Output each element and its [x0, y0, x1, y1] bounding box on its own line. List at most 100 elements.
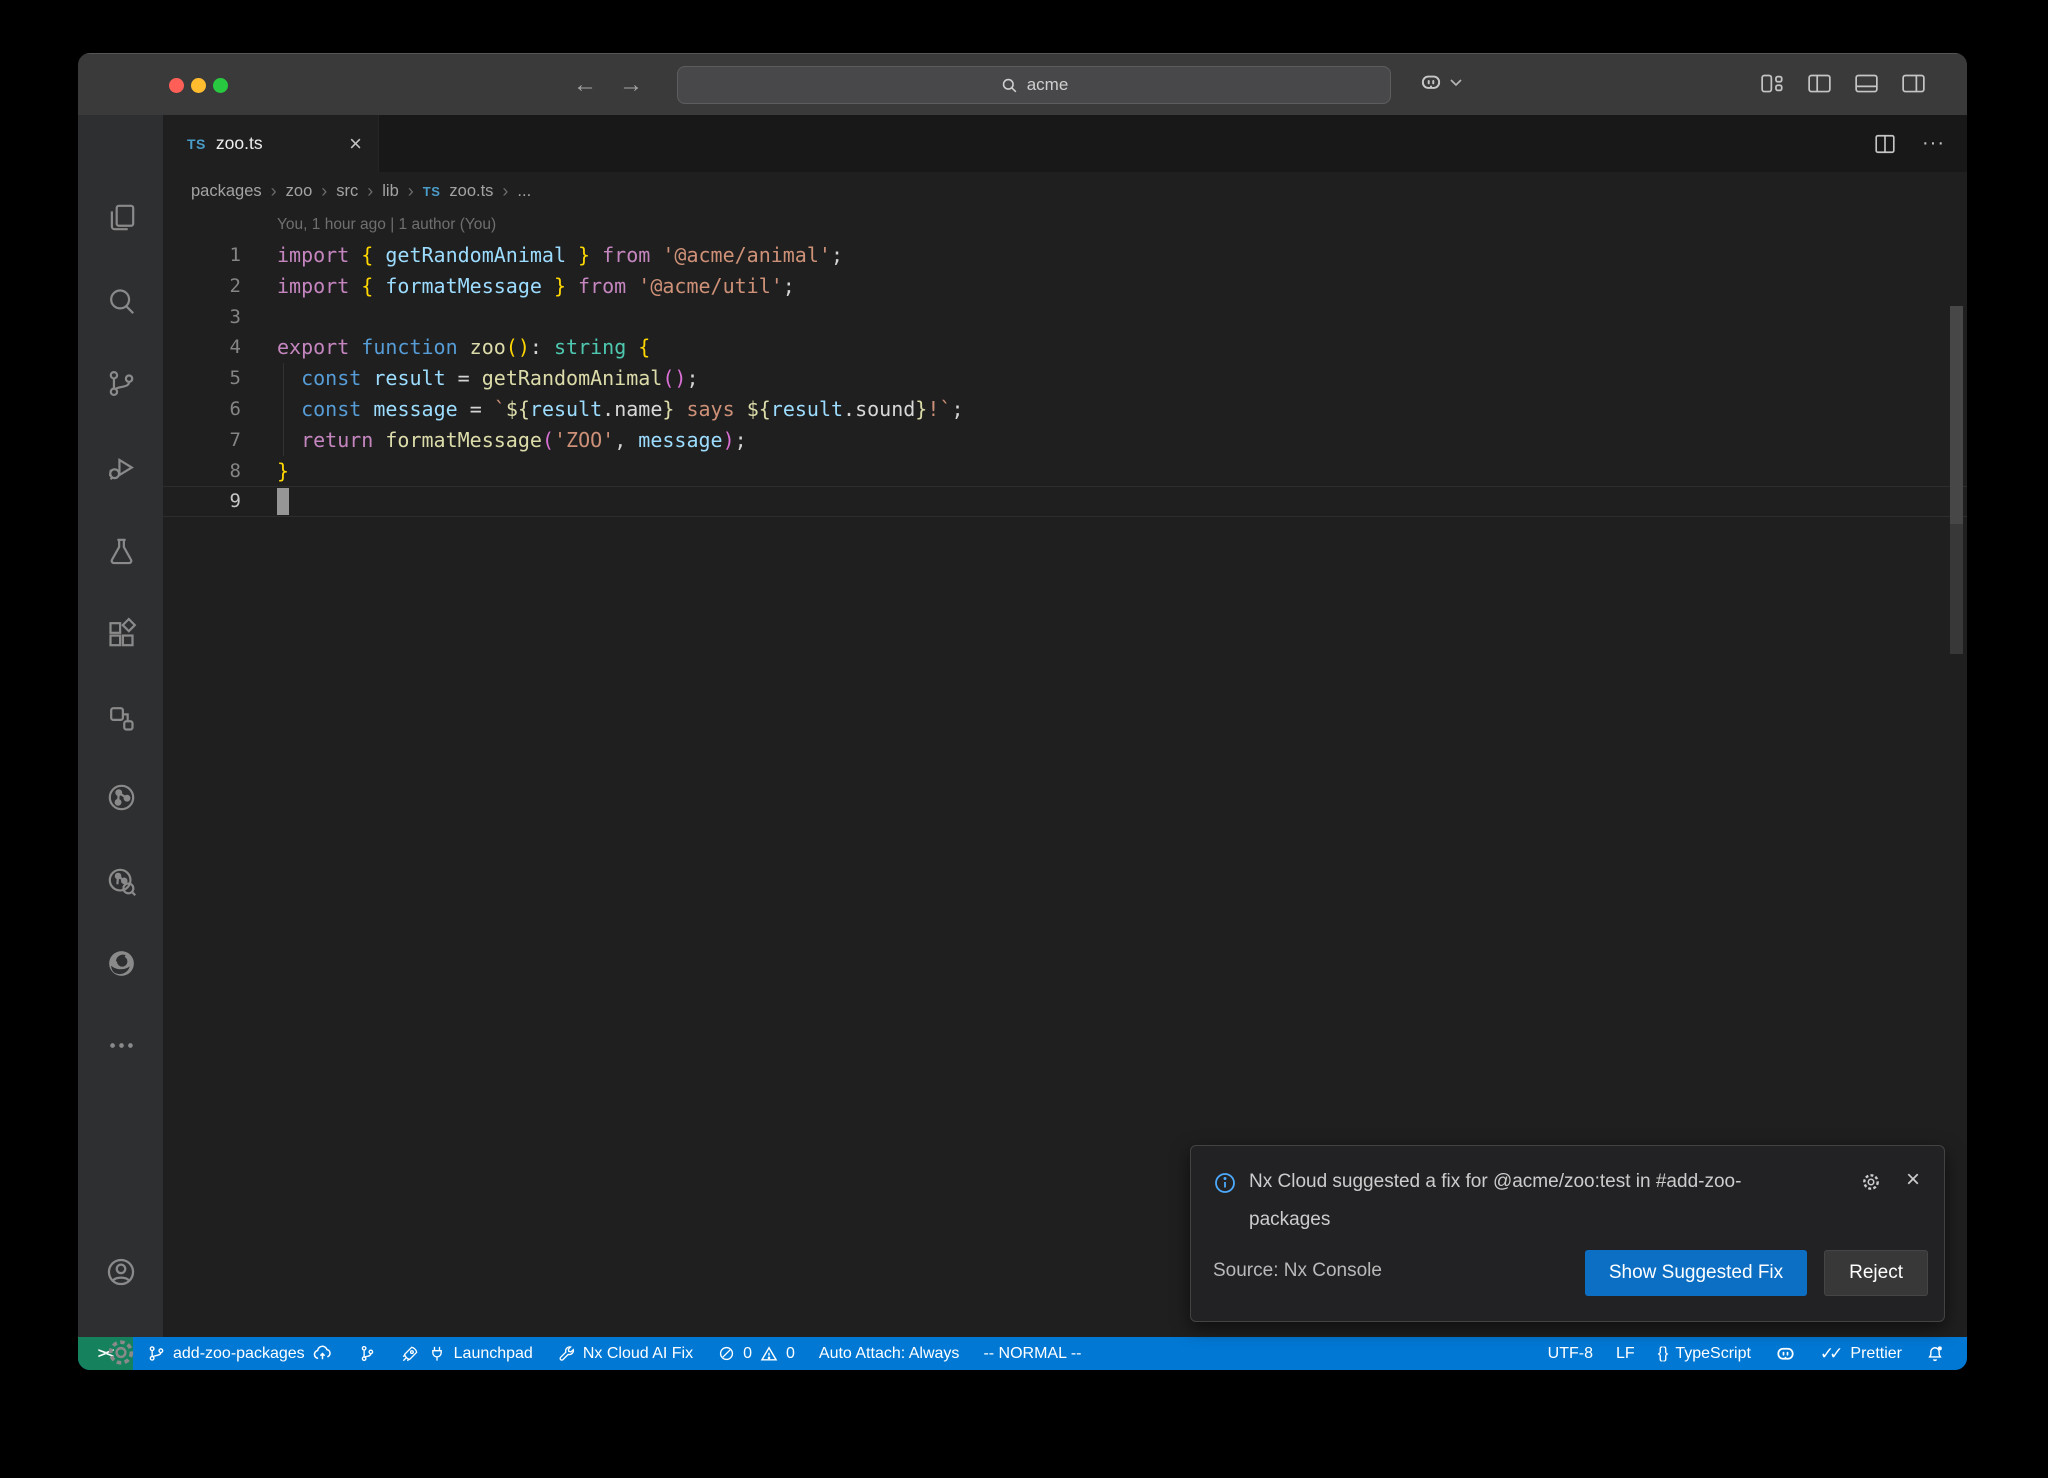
bell-icon	[1925, 1344, 1945, 1364]
code-text: const result = getRandomAnimal();	[241, 363, 699, 394]
launchpad-status[interactable]: Launchpad	[396, 1344, 537, 1364]
copilot-status[interactable]	[1770, 1342, 1801, 1365]
status-bar: >< add-zoo-packages	[78, 1337, 1967, 1370]
info-icon	[1213, 1171, 1237, 1195]
notification-settings-icon[interactable]	[1860, 1171, 1882, 1193]
breadcrumb-item[interactable]: lib	[382, 182, 399, 201]
notification-message: Nx Cloud suggested a fix for @acme/zoo:t…	[1249, 1163, 1809, 1239]
search-view-icon[interactable]	[104, 284, 138, 318]
close-window-button[interactable]	[169, 78, 184, 93]
breadcrumb-item[interactable]: packages	[191, 182, 262, 201]
tab-zoo-ts[interactable]: TS zoo.ts ×	[163, 115, 379, 172]
warnings-count: 0	[786, 1345, 795, 1363]
errors-count: 0	[743, 1345, 752, 1363]
problems-status[interactable]: 0 0	[713, 1344, 799, 1364]
code-line[interactable]: 5 const result = getRandomAnimal();	[163, 363, 1967, 394]
tab-label: zoo.ts	[216, 133, 263, 154]
nx-project-graph-icon[interactable]	[104, 780, 138, 814]
chevron-right-icon: ›	[502, 181, 508, 202]
code-line[interactable]: 6 const message = `${result.name} says $…	[163, 394, 1967, 425]
line-number: 5	[163, 363, 241, 394]
breadcrumb-item-file[interactable]: zoo.ts	[449, 182, 493, 201]
explorer-icon[interactable]	[104, 200, 138, 234]
breadcrumb: packages › zoo › src › lib › TS zoo.ts ›…	[163, 172, 1967, 210]
code-line[interactable]: 2import { formatMessage } from '@acme/ut…	[163, 271, 1967, 302]
notification-close-icon[interactable]: ×	[1906, 1166, 1920, 1194]
code-lines: 1import { getRandomAnimal } from '@acme/…	[163, 240, 1967, 517]
title-bar: ← → acme	[78, 53, 1967, 115]
line-number: 6	[163, 394, 241, 425]
breadcrumb-item[interactable]: zoo	[286, 182, 313, 201]
double-check-icon: ✓✓	[1820, 1344, 1844, 1364]
publish-cloud-icon	[312, 1343, 333, 1364]
breadcrumb-tail[interactable]: ...	[517, 182, 531, 201]
nx-cloud-icon[interactable]	[104, 864, 138, 898]
code-line[interactable]: 1import { getRandomAnimal } from '@acme/…	[163, 240, 1967, 271]
customize-layout-button[interactable]	[1761, 74, 1784, 93]
copilot-menu[interactable]	[1418, 69, 1462, 95]
breadcrumb-item[interactable]: src	[336, 182, 358, 201]
source-control-icon[interactable]	[104, 366, 138, 400]
tab-close-icon[interactable]: ×	[349, 133, 362, 155]
git-blame-annotation: You, 1 hour ago | 1 author (You)	[163, 210, 1967, 240]
vim-mode-status[interactable]: -- NORMAL --	[979, 1345, 1085, 1363]
show-suggested-fix-button[interactable]: Show Suggested Fix	[1585, 1250, 1807, 1296]
branch-name: add-zoo-packages	[173, 1345, 305, 1363]
git-branch-status[interactable]: add-zoo-packages	[143, 1343, 337, 1364]
chevron-right-icon: ›	[408, 181, 414, 202]
vscode-window: ← → acme	[78, 53, 1967, 1370]
code-text: const message = `${result.name} says ${r…	[241, 394, 963, 425]
nx-cloud-ai-fix-status[interactable]: Nx Cloud AI Fix	[553, 1344, 697, 1363]
editor-scrollbar-thumb[interactable]	[1950, 306, 1963, 524]
notifications-status[interactable]	[1921, 1344, 1949, 1364]
source-control-graph-status[interactable]	[353, 1344, 380, 1363]
reject-button[interactable]: Reject	[1824, 1250, 1928, 1296]
back-button[interactable]: ←	[573, 70, 597, 100]
maximize-window-button[interactable]	[213, 78, 228, 93]
chevron-down-icon	[1450, 78, 1462, 87]
typescript-file-icon: TS	[187, 136, 206, 152]
toggle-panel-button[interactable]	[1855, 74, 1878, 93]
line-number: 3	[163, 302, 241, 333]
line-number: 1	[163, 240, 241, 271]
search-icon	[1000, 76, 1019, 95]
code-text	[241, 302, 277, 333]
rocket-icon	[400, 1344, 420, 1364]
editor-more-actions-button[interactable]: ···	[1922, 132, 1945, 155]
split-editor-button[interactable]	[1874, 133, 1896, 155]
minimize-window-button[interactable]	[191, 78, 206, 93]
code-line[interactable]: 4export function zoo(): string {	[163, 332, 1967, 363]
run-debug-icon[interactable]	[104, 450, 138, 484]
line-number: 7	[163, 425, 241, 456]
code-line[interactable]: 8}	[163, 456, 1967, 487]
command-center-search[interactable]: acme	[677, 66, 1391, 104]
search-value: acme	[1027, 75, 1069, 95]
git-branch-icon	[147, 1344, 166, 1363]
extensions-icon[interactable]	[104, 616, 138, 650]
auto-attach-status[interactable]: Auto Attach: Always	[815, 1345, 964, 1363]
toggle-primary-sidebar-button[interactable]	[1808, 74, 1831, 93]
code-text: }	[241, 456, 289, 487]
settings-gear-icon[interactable]	[104, 1335, 138, 1369]
editor-scrollbar-track[interactable]	[1950, 524, 1963, 654]
code-line[interactable]: 9	[163, 486, 1967, 517]
encoding-status[interactable]: UTF-8	[1544, 1345, 1597, 1363]
forward-button[interactable]: →	[619, 70, 643, 100]
nx-console-icon[interactable]	[104, 701, 138, 735]
code-line[interactable]: 3	[163, 302, 1967, 333]
line-number: 4	[163, 332, 241, 363]
account-icon[interactable]	[104, 1255, 138, 1289]
eol-status[interactable]: LF	[1612, 1345, 1639, 1363]
code-text: export function zoo(): string {	[241, 332, 650, 363]
code-text	[241, 487, 277, 516]
toggle-secondary-sidebar-button[interactable]	[1902, 74, 1925, 93]
testing-icon[interactable]	[104, 534, 138, 568]
edge-devtools-icon[interactable]	[104, 946, 138, 980]
chevron-right-icon: ›	[271, 181, 277, 202]
wrench-icon	[557, 1344, 576, 1363]
more-views-icon[interactable]	[104, 1028, 138, 1062]
language-status[interactable]: {} TypeScript	[1654, 1345, 1755, 1363]
prettier-status[interactable]: ✓✓ Prettier	[1816, 1344, 1906, 1364]
code-line[interactable]: 7 return formatMessage('ZOO', message);	[163, 425, 1967, 456]
line-number: 2	[163, 271, 241, 302]
